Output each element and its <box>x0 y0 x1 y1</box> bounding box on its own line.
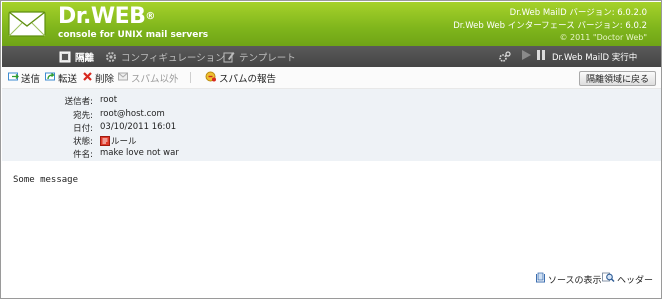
tab-quarantine-label: 隔離 <box>75 52 95 64</box>
edit-icon <box>223 51 235 63</box>
app-window: Dr.WEB® console for UNIX mail servers Dr… <box>0 0 662 299</box>
brand-name: Dr.WEB® <box>58 4 155 29</box>
forward-icon <box>45 71 56 85</box>
subject-value: make love not war <box>100 148 179 158</box>
magnifier-icon <box>602 272 615 286</box>
info-row-sender: 送信者: root <box>2 95 661 108</box>
toolbar-divider <box>190 72 191 83</box>
sender-label: 送信者: <box>64 97 93 107</box>
send-label: 送信 <box>21 74 41 85</box>
pause-icon[interactable] <box>537 50 546 63</box>
sender-value: root <box>100 95 118 105</box>
info-row-subject: 件名: make love not war <box>2 148 661 161</box>
status-text: ルール <box>111 137 137 147</box>
send-icon <box>8 71 19 85</box>
tab-configuration[interactable]: コンフィギュレーション <box>105 46 225 67</box>
delete-label: 削除 <box>95 74 115 85</box>
not-spam-label: スパム以外 <box>131 74 179 85</box>
date-label: 日付: <box>73 124 93 134</box>
report-spam-button[interactable]: スパムの報告 <box>205 71 276 85</box>
info-row-status: 状態: ルール <box>2 135 661 148</box>
restore-quarantine-button[interactable]: 隔離領域に戻る <box>579 71 656 86</box>
report-spam-icon <box>205 71 217 85</box>
brand-subtitle: console for UNIX mail servers <box>58 30 209 40</box>
headers-link[interactable]: ヘッダー <box>602 272 654 286</box>
gear-icon <box>105 51 117 63</box>
info-row-recipient: 宛先: root@host.com <box>2 109 661 122</box>
not-spam-button[interactable]: スパム以外 <box>118 71 179 85</box>
recipient-label: 宛先: <box>73 111 93 121</box>
message-info-panel: 送信者: root 宛先: root@host.com 日付: 03/10/20… <box>2 89 661 161</box>
rule-icon <box>100 136 110 146</box>
status-label: 状態: <box>73 137 93 147</box>
copyright: © 2011 "Doctor Web" <box>559 33 647 42</box>
maild-version: Dr.Web MailD バージョン: 6.0.2.0 <box>509 8 647 18</box>
info-row-date: 日付: 03/10/2011 16:01 <box>2 122 661 135</box>
tab-templates[interactable]: テンプレート <box>223 46 296 67</box>
send-button[interactable]: 送信 <box>8 71 40 85</box>
play-icon[interactable] <box>522 50 531 63</box>
subject-label: 件名: <box>73 150 93 160</box>
delete-icon <box>82 71 93 85</box>
message-body: Some message <box>13 175 79 185</box>
tab-configuration-label: コンフィギュレーション <box>121 52 225 64</box>
daemon-status-label: Dr.Web MailD 実行中 <box>552 52 638 63</box>
header-banner: Dr.WEB® console for UNIX mail servers Dr… <box>2 2 661 46</box>
tab-quarantine[interactable]: 隔離 <box>59 46 94 67</box>
settings-icon[interactable] <box>498 46 511 67</box>
source-icon <box>535 272 546 286</box>
main-nav: 隔離 コンフィギュレーション テンプレート Dr.Web MailD 実行中 <box>2 46 661 67</box>
view-source-link[interactable]: ソースの表示 <box>535 272 602 286</box>
tab-templates-label: テンプレート <box>239 52 296 64</box>
message-toolbar: 送信 転送 削除 スパム以外 スパムの報告 隔離領域に戻る <box>2 67 661 89</box>
delete-button[interactable]: 削除 <box>82 71 114 85</box>
quarantine-icon <box>59 51 71 63</box>
web-ui-version: Dr.Web Web インターフェース バージョン: 6.0.2 <box>453 21 647 31</box>
date-value: 03/10/2011 16:01 <box>100 122 177 132</box>
daemon-status: Dr.Web MailD 実行中 <box>522 46 637 67</box>
not-spam-icon <box>118 71 129 85</box>
envelope-logo-icon <box>7 6 47 42</box>
recipient-value: root@host.com <box>100 109 165 119</box>
forward-button[interactable]: 転送 <box>45 71 77 85</box>
forward-label: 転送 <box>58 74 78 85</box>
view-source-label: ソースの表示 <box>548 275 602 286</box>
status-value: ルール <box>100 135 137 147</box>
report-spam-label: スパムの報告 <box>219 74 277 85</box>
headers-label: ヘッダー <box>617 275 654 286</box>
